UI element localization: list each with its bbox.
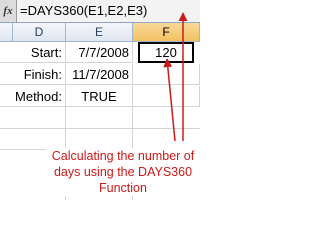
annotation-caption: Calculating the number of days using the… — [46, 148, 200, 196]
arrow-to-result — [163, 58, 176, 142]
